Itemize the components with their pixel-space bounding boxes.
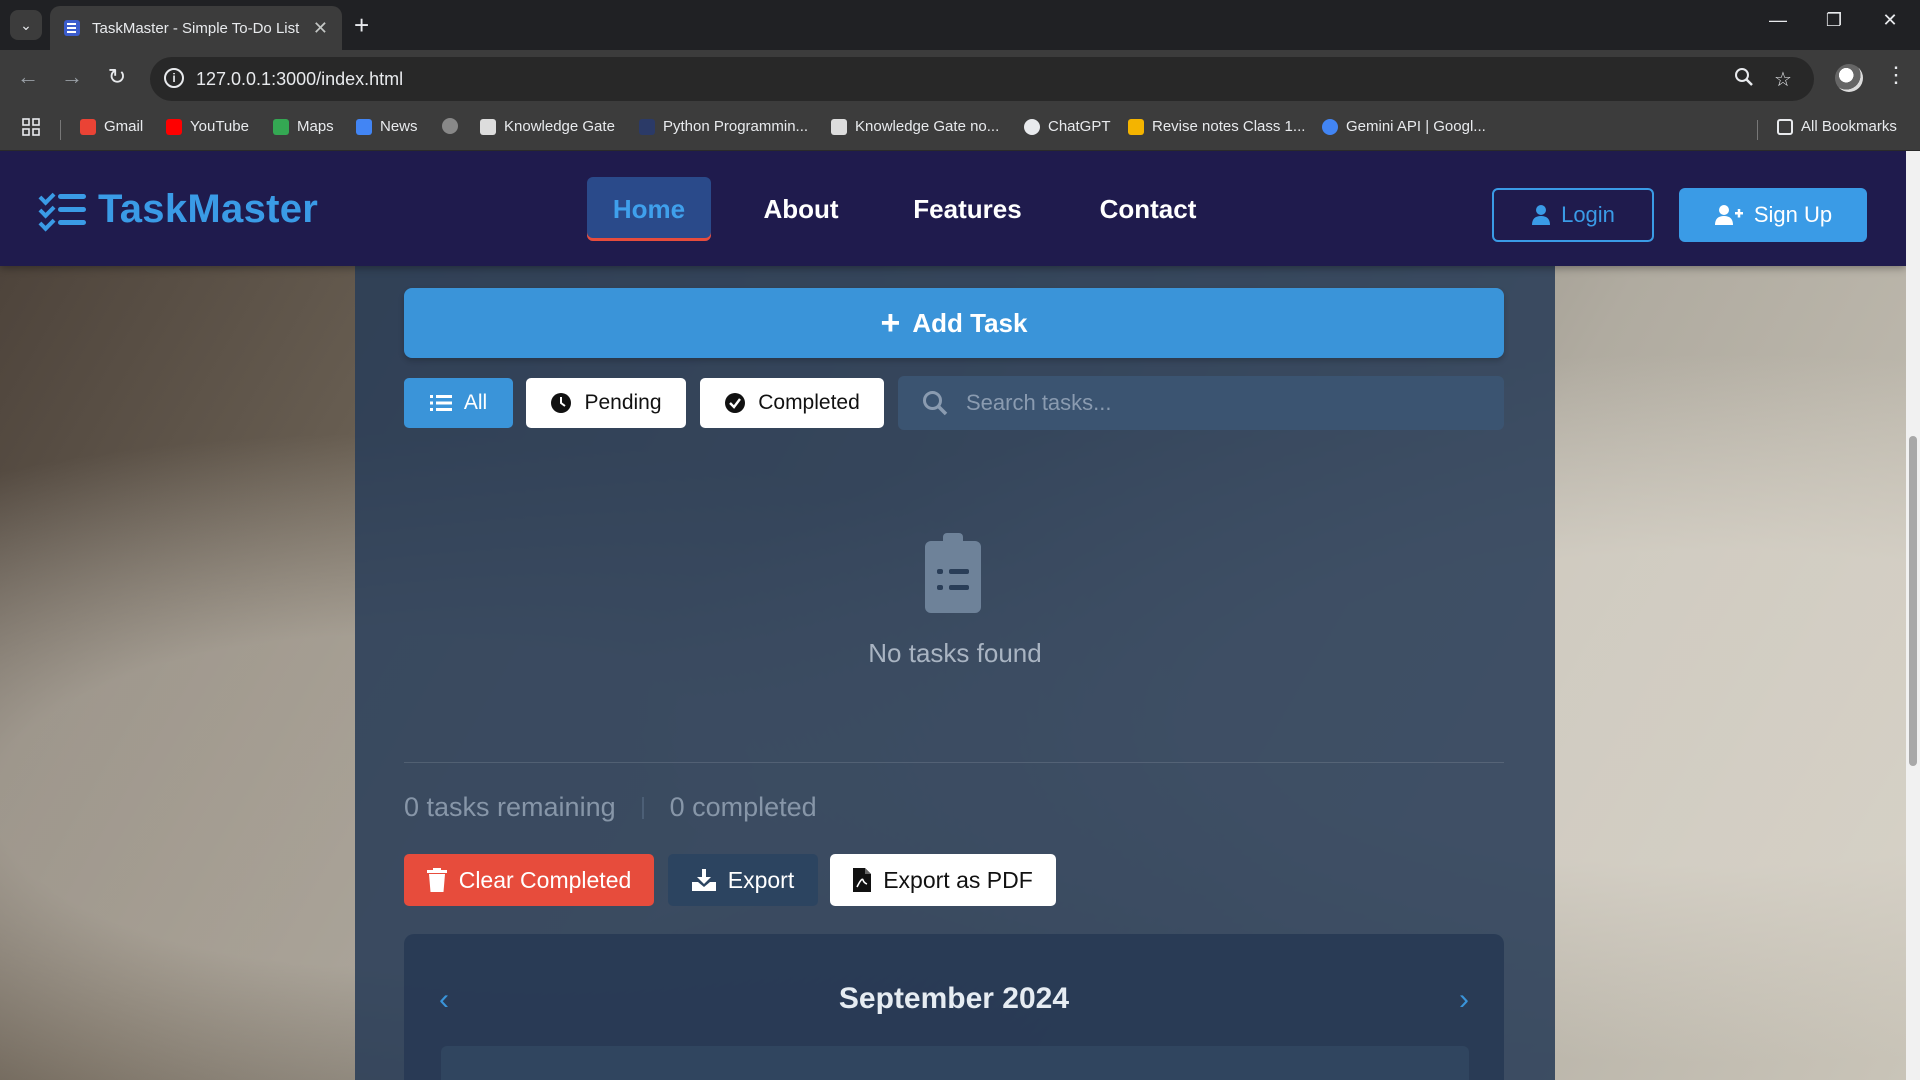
gmail-icon [80, 118, 96, 135]
browser-menu-icon[interactable]: ⋮ [1885, 62, 1907, 88]
add-task-button[interactable]: + Add Task [404, 288, 1504, 358]
search-icon [923, 391, 948, 416]
scrollbar-thumb[interactable] [1909, 436, 1917, 766]
brand-name: TaskMaster [98, 187, 319, 231]
plus-icon: + [880, 304, 901, 342]
login-button[interactable]: Login [1492, 188, 1654, 242]
maps-icon [273, 118, 289, 135]
signup-button[interactable]: Sign Up [1679, 188, 1867, 242]
task-stats: 0 tasks remaining 0 completed [404, 792, 817, 823]
chevron-down-icon: ⌄ [20, 16, 32, 33]
browser-tab-bar: ⌄ TaskMaster - Simple To-Do List ✕ + — ❐… [0, 0, 1920, 50]
google-icon [1322, 118, 1338, 135]
forward-button[interactable]: → [57, 64, 87, 90]
app-navbar: TaskMaster Home About Features Contact L… [0, 151, 1906, 266]
close-window-button[interactable]: ✕ [1870, 10, 1910, 31]
bookmark-knowledge-gate[interactable]: Knowledge Gate [480, 118, 615, 135]
filter-pending-button[interactable]: Pending [526, 378, 686, 428]
trash-icon [426, 868, 447, 892]
profile-avatar[interactable] [1835, 64, 1863, 92]
reload-button[interactable]: ↻ [102, 64, 132, 90]
calendar-next-icon[interactable]: › [1444, 980, 1484, 1020]
bookmark-news[interactable]: News [356, 118, 418, 135]
globe-icon [442, 118, 458, 134]
zoom-icon[interactable] [1734, 67, 1754, 87]
site-info-icon[interactable]: i [164, 68, 184, 88]
bookmark-revise-notes[interactable]: Revise notes Class 1... [1128, 118, 1305, 135]
apps-grid-icon[interactable] [22, 118, 40, 136]
chatgpt-icon [1024, 118, 1040, 135]
new-tab-button[interactable]: + [354, 10, 369, 40]
check-circle-icon [725, 393, 746, 413]
export-pdf-button[interactable]: Export as PDF [830, 854, 1056, 906]
bookmark-python[interactable]: Python Programmin... [639, 118, 808, 135]
revise-notes-icon [1128, 118, 1144, 135]
back-button[interactable]: ← [13, 64, 43, 90]
tasks-remaining: 0 tasks remaining [404, 792, 616, 822]
tab-favicon-icon [64, 20, 80, 36]
tab-search-button[interactable]: ⌄ [10, 10, 42, 40]
divider [404, 762, 1504, 763]
python-icon [639, 118, 655, 135]
calendar-widget: ‹ September 2024 › [404, 934, 1504, 1080]
tab-title: TaskMaster - Simple To-Do List [92, 19, 300, 37]
page-viewport: TaskMaster Home About Features Contact L… [0, 151, 1906, 1080]
export-button[interactable]: Export [668, 854, 818, 906]
nav-home[interactable]: Home [587, 177, 711, 241]
bookmark-gemini-api[interactable]: Gemini API | Googl... [1322, 118, 1486, 135]
nav-contact[interactable]: Contact [1085, 177, 1211, 241]
bookmark-star-icon[interactable]: ☆ [1774, 67, 1792, 92]
bookmark-knowledge-gate-notes[interactable]: Knowledge Gate no... [831, 118, 999, 135]
calendar-month-title: September 2024 [838, 982, 1070, 1015]
task-list-icon [38, 188, 86, 231]
brand-logo[interactable]: TaskMaster [38, 187, 319, 232]
browser-toolbar: ← → ↻ i 127.0.0.1:3000/index.html ☆ ⋮ [0, 50, 1920, 108]
url-text[interactable]: 127.0.0.1:3000/index.html [196, 69, 403, 90]
search-input[interactable] [964, 389, 1468, 417]
browser-tab[interactable]: TaskMaster - Simple To-Do List ✕ [50, 6, 342, 50]
nav-features[interactable]: Features [890, 177, 1045, 241]
minimize-button[interactable]: — [1758, 10, 1798, 31]
youtube-icon [166, 118, 182, 135]
calendar-grid [441, 1046, 1469, 1080]
nav-about[interactable]: About [740, 177, 862, 241]
restore-button[interactable]: ❐ [1814, 10, 1854, 31]
stats-separator [641, 796, 644, 819]
bookmark-chatgpt[interactable]: ChatGPT [1024, 118, 1111, 135]
search-box [898, 376, 1504, 430]
all-bookmarks[interactable]: All Bookmarks [1777, 118, 1897, 135]
bookmark-youtube[interactable]: YouTube [166, 118, 249, 135]
bookmark-globe[interactable] [442, 118, 466, 134]
filter-completed-button[interactable]: Completed [700, 378, 884, 428]
user-icon [1532, 205, 1551, 225]
page-scrollbar[interactable] [1906, 151, 1920, 1080]
knowledge-gate-icon [480, 118, 496, 135]
clear-completed-button[interactable]: Clear Completed [404, 854, 654, 906]
news-icon [356, 118, 372, 135]
bookmark-maps[interactable]: Maps [273, 118, 334, 135]
user-plus-icon [1714, 205, 1743, 225]
tab-close-icon[interactable]: ✕ [313, 18, 328, 39]
clipboard-list-icon [925, 533, 981, 613]
list-icon [429, 395, 452, 411]
bookmarks-bar: Gmail YouTube Maps News Knowledge Gate P… [0, 108, 1920, 151]
clock-icon [551, 393, 572, 413]
folder-icon [1777, 118, 1793, 135]
empty-state-message: No tasks found [868, 638, 1042, 668]
file-pdf-icon [853, 868, 872, 892]
filter-all-button[interactable]: All [404, 378, 513, 428]
address-bar[interactable]: i 127.0.0.1:3000/index.html ☆ [150, 57, 1814, 101]
knowledge-gate-icon [831, 118, 847, 135]
download-icon [691, 869, 716, 891]
tasks-completed: 0 completed [669, 792, 817, 822]
todo-container: + Add Task All Pending Completed No task… [355, 266, 1555, 1080]
bookmark-gmail[interactable]: Gmail [80, 118, 143, 135]
